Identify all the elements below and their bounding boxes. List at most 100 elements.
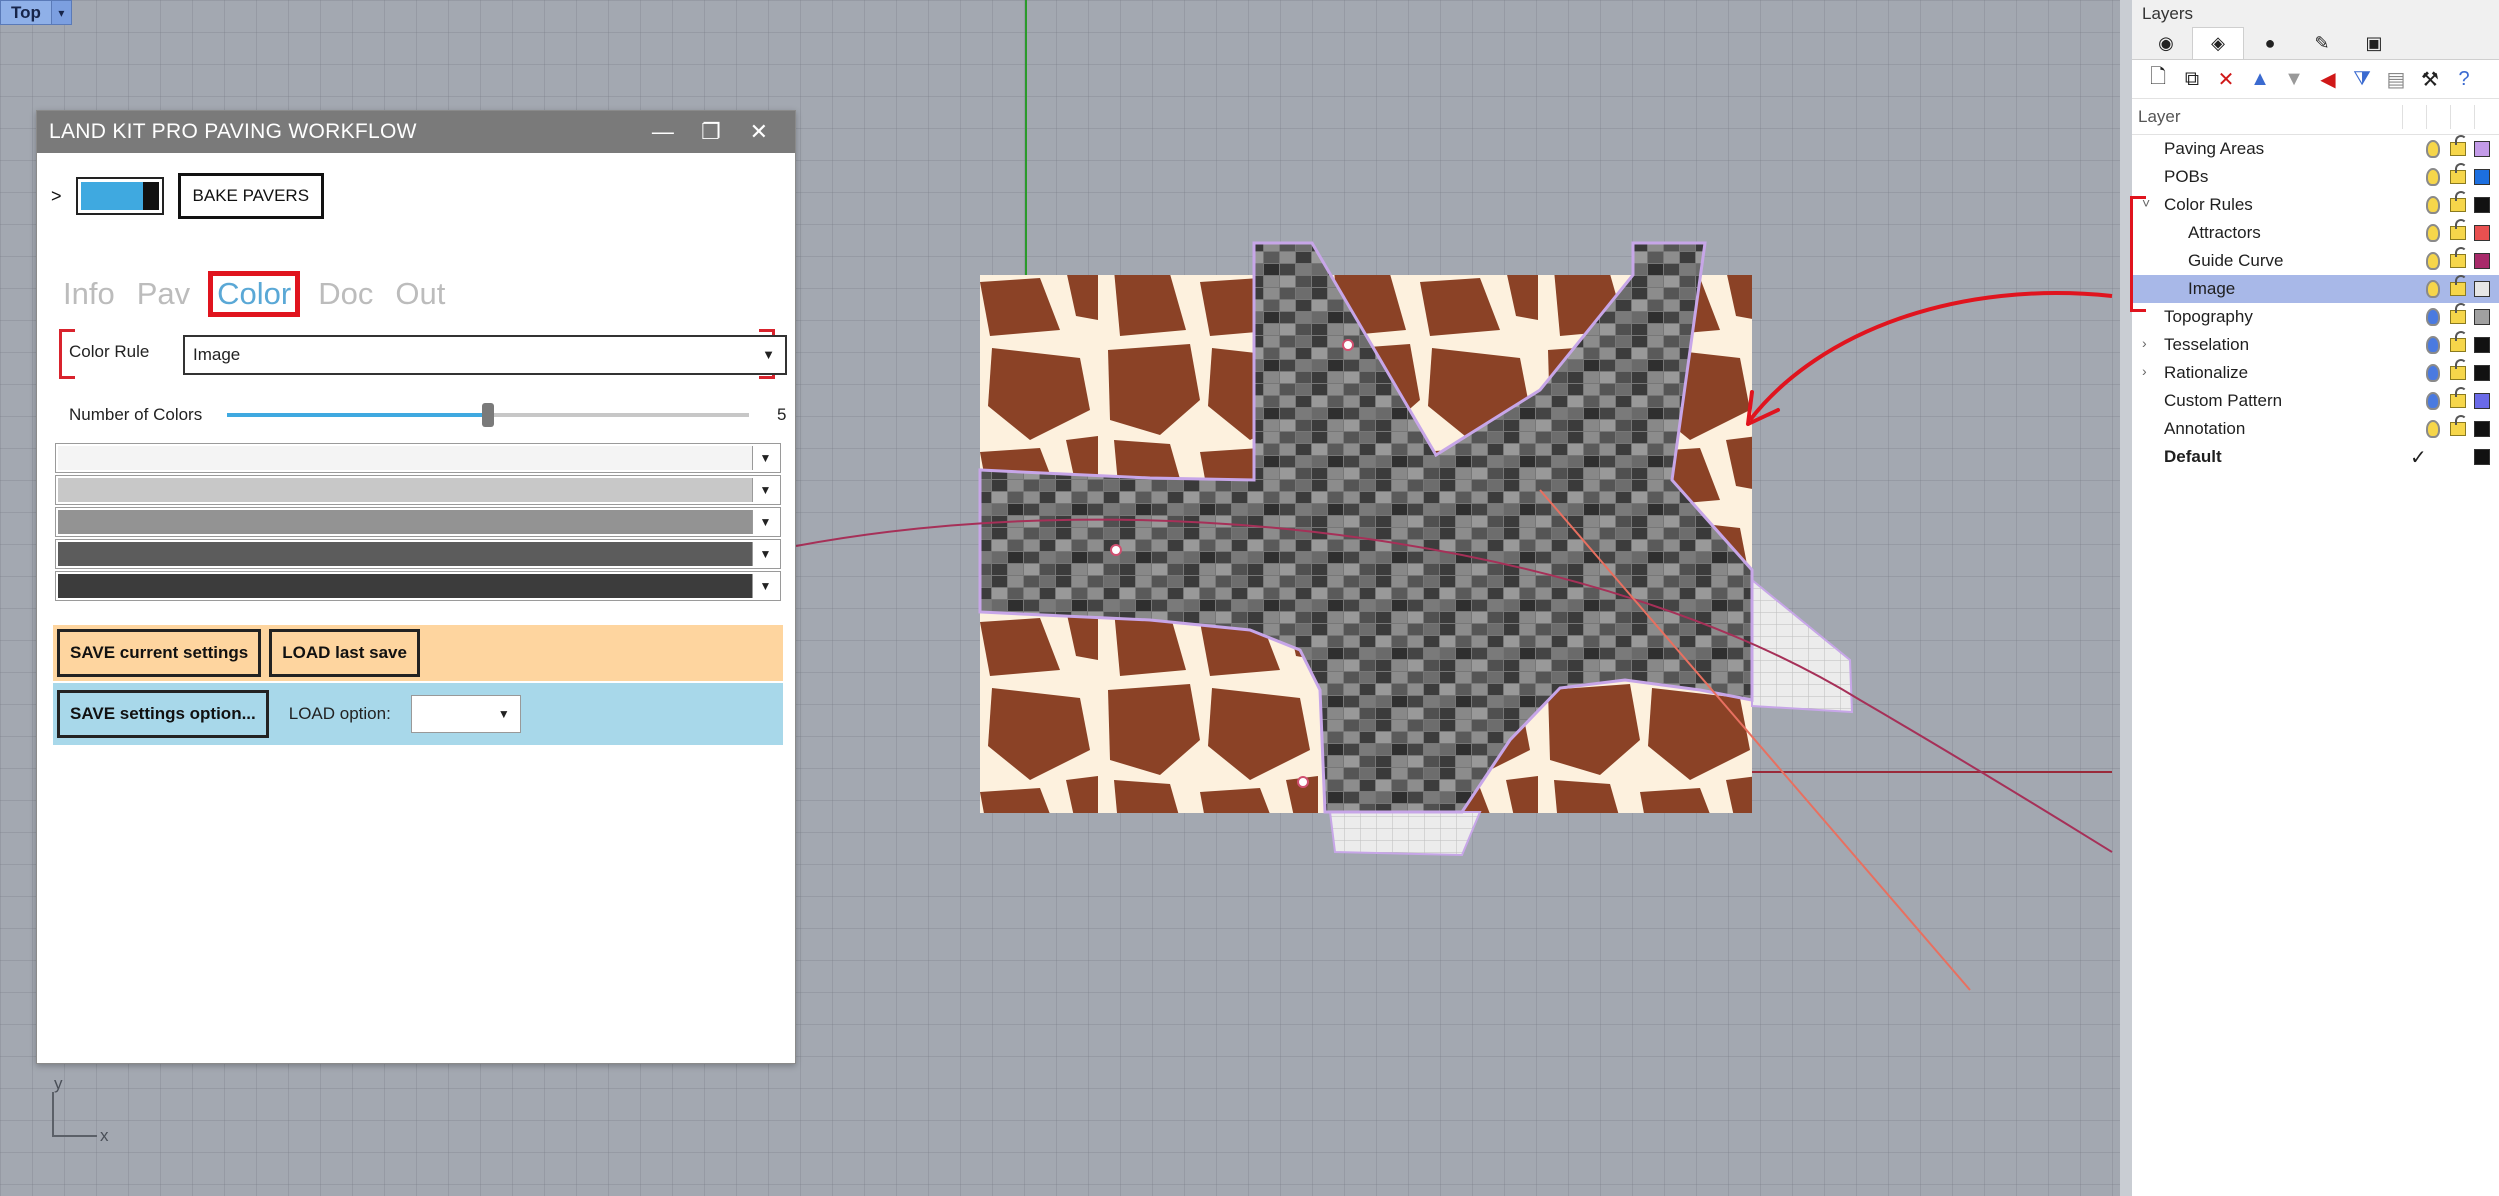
unlock-icon[interactable] (2450, 247, 2467, 268)
layer-color-swatch[interactable] (2474, 197, 2490, 213)
color-swatch-row[interactable]: ▼ (55, 507, 781, 537)
unlock-icon[interactable] (2450, 191, 2467, 212)
layer-color-swatch[interactable] (2474, 449, 2490, 465)
layer-name[interactable]: POBs (2164, 167, 2208, 187)
layer-color-swatch[interactable] (2474, 393, 2490, 409)
layer-row-color-rules[interactable]: ˅ Color Rules (2132, 191, 2499, 219)
close-icon[interactable]: ✕ (735, 119, 783, 145)
unlock-icon[interactable] (2450, 331, 2467, 352)
layer-row-topography[interactable]: Topography (2132, 303, 2499, 331)
layer-color-swatch[interactable] (2474, 365, 2490, 381)
color-swatch[interactable] (58, 478, 752, 502)
layer-row-default[interactable]: Default ✓ (2132, 443, 2499, 471)
lightbulb-icon[interactable] (2426, 140, 2440, 158)
bake-pavers-button[interactable]: BAKE PAVERS (177, 173, 325, 219)
chevron-down-icon[interactable]: ▼ (752, 574, 778, 598)
unlock-icon[interactable] (2450, 163, 2467, 184)
layer-row-annotation[interactable]: Annotation (2132, 415, 2499, 443)
chevron-down-icon[interactable]: ▼ (498, 707, 510, 721)
color-swatch-row[interactable]: ▼ (55, 443, 781, 473)
chevron-down-icon[interactable]: ▼ (752, 446, 778, 470)
layer-name[interactable]: Custom Pattern (2164, 391, 2282, 411)
move-up-icon[interactable]: ▲ (2246, 65, 2274, 93)
color-wheel-icon[interactable]: ◉ (2140, 27, 2192, 59)
chevron-down-icon[interactable]: ▼ (752, 478, 778, 502)
lightbulb-icon[interactable] (2426, 420, 2440, 438)
color-swatch-row[interactable]: ▼ (55, 571, 781, 601)
layer-row-paving-areas[interactable]: Paving Areas (2132, 135, 2499, 163)
layer-color-swatch[interactable] (2474, 309, 2490, 325)
chevron-down-icon[interactable]: ▼ (752, 510, 778, 534)
unlock-icon[interactable] (2450, 387, 2467, 408)
new-sublayer-icon[interactable]: ⧉ (2178, 65, 2206, 93)
minimize-icon[interactable]: — (639, 119, 687, 145)
layer-name[interactable]: Annotation (2164, 419, 2245, 439)
expander-icon[interactable]: > (51, 186, 62, 207)
document-icon[interactable]: ▤ (2382, 65, 2410, 93)
layer-row-tesselation[interactable]: › Tesselation (2132, 331, 2499, 359)
layer-name[interactable]: Rationalize (2164, 363, 2248, 383)
layer-color-swatch[interactable] (2474, 225, 2490, 241)
layer-row-guide-curve[interactable]: Guide Curve (2132, 247, 2499, 275)
chevron-right-icon[interactable]: › (2142, 335, 2147, 351)
layer-row-custom-pattern[interactable]: Custom Pattern (2132, 387, 2499, 415)
layer-row-pobs[interactable]: POBs (2132, 163, 2499, 191)
layer-name[interactable]: Paving Areas (2164, 139, 2264, 159)
tab-out[interactable]: Out (391, 276, 449, 312)
load-option-select[interactable]: ▼ (410, 695, 521, 733)
layer-color-swatch[interactable] (2474, 253, 2490, 269)
layer-color-swatch[interactable] (2474, 141, 2490, 157)
save-current-settings-button[interactable]: SAVE current settings (57, 629, 262, 677)
slider-thumb[interactable] (482, 403, 494, 427)
delete-icon[interactable]: ✕ (2212, 65, 2240, 93)
help-panel-icon[interactable]: ▣ (2348, 27, 2400, 59)
color-swatch[interactable] (58, 446, 752, 470)
layer-row-image[interactable]: Image (2132, 275, 2499, 303)
unlock-icon[interactable] (2450, 415, 2467, 436)
lightbulb-icon[interactable] (2426, 392, 2440, 410)
layer-row-rationalize[interactable]: › Rationalize (2132, 359, 2499, 387)
unlock-icon[interactable] (2450, 219, 2467, 240)
tools-icon[interactable]: ⚒ (2416, 65, 2444, 93)
color-swatch[interactable] (58, 542, 752, 566)
color-swatch-row[interactable]: ▼ (55, 475, 781, 505)
preview-toggle[interactable] (75, 177, 164, 215)
layer-row-attractors[interactable]: Attractors (2132, 219, 2499, 247)
lightbulb-icon[interactable] (2426, 308, 2440, 326)
save-settings-option-button[interactable]: SAVE settings option... (57, 690, 269, 738)
chevron-down-icon[interactable]: ▼ (762, 347, 775, 362)
load-last-save-button[interactable]: LOAD last save (269, 629, 420, 677)
maximize-icon[interactable]: ❐ (687, 119, 735, 145)
unlock-icon[interactable] (2450, 303, 2467, 324)
tab-info[interactable]: Info (59, 276, 119, 312)
layer-name[interactable]: Default (2164, 447, 2222, 467)
color-swatch-row[interactable]: ▼ (55, 539, 781, 569)
layer-name[interactable]: Color Rules (2164, 195, 2253, 215)
lightbulb-icon[interactable] (2426, 336, 2440, 354)
color-swatch[interactable] (58, 510, 752, 534)
chevron-right-icon[interactable]: › (2142, 363, 2147, 379)
layer-color-swatch[interactable] (2474, 337, 2490, 353)
new-layer-icon[interactable]: 🗋 (2144, 65, 2172, 93)
render-icon[interactable]: ● (2244, 27, 2296, 59)
lightbulb-icon[interactable] (2426, 252, 2440, 270)
layer-name[interactable]: Image (2188, 279, 2235, 299)
chevron-down-icon[interactable]: ▼ (752, 542, 778, 566)
lightbulb-icon[interactable] (2426, 196, 2440, 214)
unlock-icon[interactable] (2450, 275, 2467, 296)
move-to-parent-icon[interactable]: ◀ (2314, 65, 2342, 93)
layer-color-swatch[interactable] (2474, 421, 2490, 437)
color-rule-select[interactable]: Image ▼ (183, 335, 787, 375)
unlock-icon[interactable] (2450, 135, 2467, 156)
lightbulb-icon[interactable] (2426, 224, 2440, 242)
filter-icon[interactable]: ⧩ (2348, 65, 2376, 93)
layer-color-swatch[interactable] (2474, 169, 2490, 185)
lightbulb-icon[interactable] (2426, 168, 2440, 186)
tab-doc[interactable]: Doc (314, 276, 377, 312)
layer-name[interactable]: Topography (2164, 307, 2253, 327)
layers-icon[interactable]: ◈ (2192, 27, 2244, 59)
tab-color[interactable]: Color (208, 271, 301, 317)
help-icon[interactable]: ? (2450, 65, 2478, 93)
layer-name[interactable]: Guide Curve (2188, 251, 2283, 271)
plugin-titlebar[interactable]: LAND KIT PRO PAVING WORKFLOW — ❐ ✕ (37, 111, 795, 153)
